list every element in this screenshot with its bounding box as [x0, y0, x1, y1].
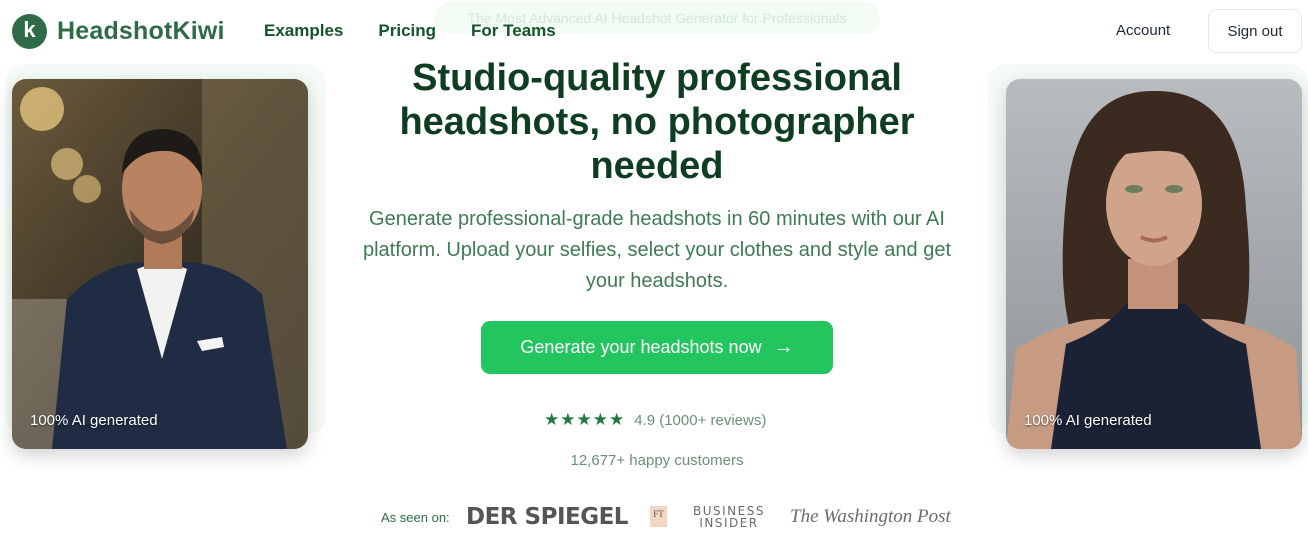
star-rating-icon: ★★★★★ — [544, 410, 626, 429]
der-spiegel-logo: DER SPIEGEL — [466, 504, 628, 530]
ft-logo: FT — [650, 506, 667, 527]
as-seen-on-label: As seen on: — [381, 510, 450, 525]
left-headshot-photo: 100% AI generated — [12, 79, 308, 449]
logo-icon: k — [12, 14, 47, 49]
nav-for-teams[interactable]: For Teams — [471, 21, 556, 41]
right-headshot-photo: 100% AI generated — [1006, 79, 1302, 449]
nav-examples[interactable]: Examples — [264, 21, 343, 41]
nav-pricing[interactable]: Pricing — [378, 21, 436, 41]
rating: ★★★★★ 4.9 (1000+ reviews) — [544, 410, 766, 430]
hero-title: Studio-quality professional headshots, n… — [399, 57, 915, 187]
hero-subtitle: Generate professional-grade headshots in… — [362, 208, 952, 292]
main-nav: Examples Pricing For Teams — [264, 21, 556, 41]
man-headshot-image — [12, 79, 308, 449]
left-photo-caption: 100% AI generated — [30, 412, 158, 429]
right-photo-caption: 100% AI generated — [1024, 412, 1152, 429]
arrow-right-icon: → — [773, 336, 794, 358]
business-insider-logo: BUSINESS INSIDER — [693, 505, 765, 529]
logo-text: HeadshotKiwi — [57, 17, 225, 45]
generate-headshots-button[interactable]: Generate your headshots now → — [481, 321, 833, 374]
washington-post-logo: The Washington Post — [790, 506, 951, 527]
cta-label: Generate your headshots now — [520, 337, 762, 357]
account-link[interactable]: Account — [1116, 22, 1170, 39]
customer-count: 12,677+ happy customers — [570, 452, 744, 469]
logo[interactable]: k HeadshotKiwi — [12, 14, 225, 49]
woman-headshot-image — [1006, 79, 1302, 449]
bi-line-2: INSIDER — [699, 516, 759, 530]
rating-text: 4.9 (1000+ reviews) — [634, 411, 767, 429]
sign-out-button[interactable]: Sign out — [1208, 9, 1302, 53]
